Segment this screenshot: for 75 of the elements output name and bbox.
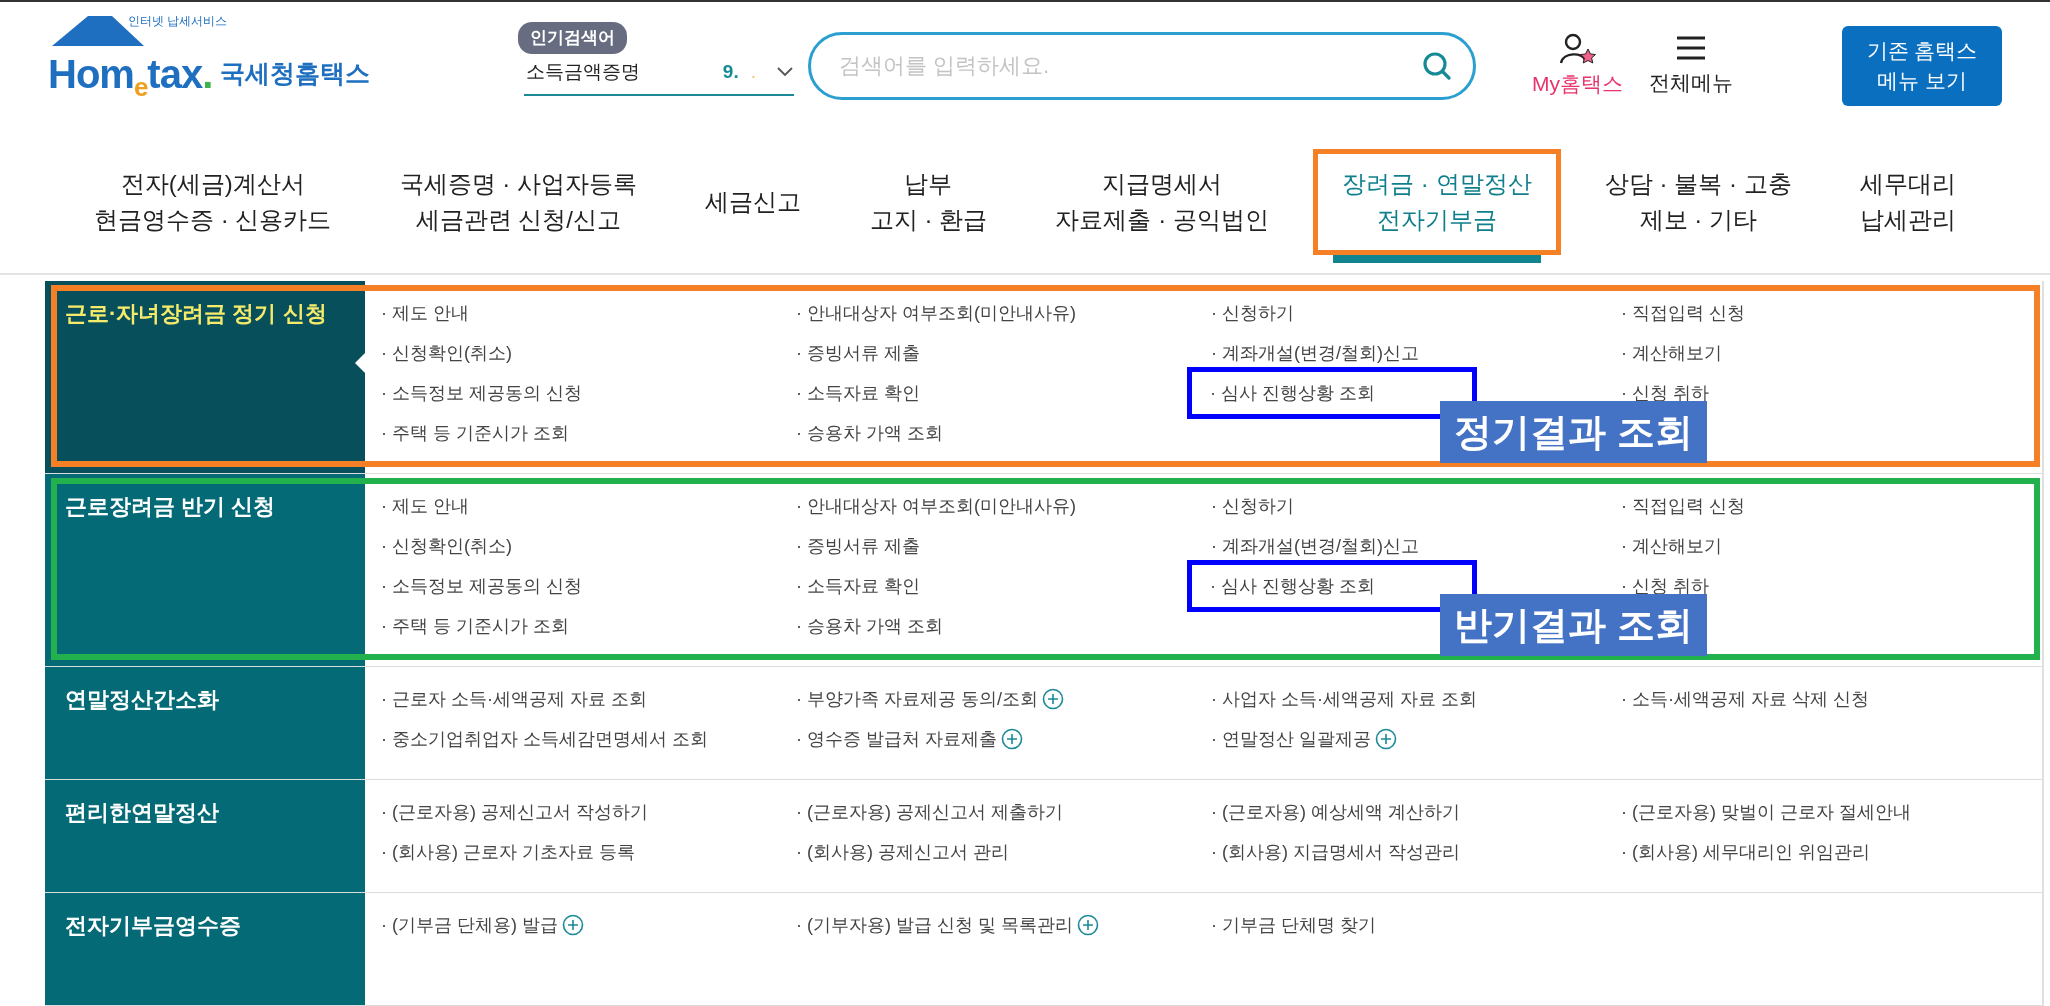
plus-icon[interactable] — [1375, 728, 1397, 750]
menu-link[interactable]: · (회사용) 공제신고서 관리 — [796, 838, 1009, 866]
chevron-down-icon — [776, 65, 794, 78]
nav-tab[interactable]: 지급명세서 자료제출 · 공익법인 — [1031, 153, 1293, 250]
menu-link[interactable]: · 영수증 발급처 자료제출 — [796, 725, 997, 753]
plus-icon[interactable] — [1077, 914, 1099, 936]
menu-link[interactable]: · 안내대상자 여부조회(미안내사유) — [796, 299, 1076, 327]
search-icon[interactable] — [1420, 49, 1454, 83]
menu-link[interactable]: · 계산해보기 — [1621, 532, 1722, 560]
nav-tab[interactable]: 장려금 · 연말정산 전자기부금 — [1313, 148, 1561, 255]
menu-link[interactable]: · (기부자용) 발급 신청 및 목록관리 — [796, 911, 1073, 939]
plus-icon[interactable] — [562, 914, 584, 936]
nav-tab[interactable]: 국세증명 · 사업자등록 세금관련 신청/신고 — [375, 153, 662, 250]
menu-link[interactable]: · 주택 등 기준시가 조회 — [381, 612, 569, 640]
menu-link[interactable]: · 소득자료 확인 — [796, 379, 920, 407]
menu-link[interactable]: · (회사용) 지급명세서 작성관리 — [1211, 838, 1460, 866]
menu-link[interactable]: · 중소기업취업자 소득세감면명세서 조회 — [381, 725, 708, 753]
category-header[interactable]: 근로장려금 반기 신청 — [45, 474, 365, 666]
menu-link[interactable]: · 승용차 가액 조회 — [796, 612, 943, 640]
menu-link[interactable]: · 신청확인(취소) — [381, 339, 512, 367]
logo-tagline: 인터넷 납세서비스 — [128, 13, 228, 30]
menu-link[interactable]: · (근로자용) 공제신고서 작성하기 — [381, 798, 648, 826]
callout-tooltip: 정기결과 조회 — [1440, 401, 1707, 463]
search-field[interactable]: 검색어를 입력하세요. — [808, 32, 1476, 100]
menu-link[interactable]: · (기부금 단체용) 발급 — [381, 911, 558, 939]
category-header[interactable]: 편리한연말정산 — [45, 780, 365, 892]
menu-link[interactable]: · 계좌개설(변경/철회)신고 — [1211, 339, 1419, 367]
all-menu-button[interactable]: 전체메뉴 — [1649, 33, 1733, 99]
menu-link[interactable]: · 연말정산 일괄제공 — [1211, 725, 1371, 753]
nav-tab[interactable]: 상담 · 불복 · 고충 제보 · 기타 — [1580, 153, 1816, 250]
menu-link[interactable]: · 안내대상자 여부조회(미안내사유) — [796, 492, 1076, 520]
popular-search-dropdown[interactable]: 소득금액증명 9. . — [524, 57, 794, 96]
site-name: 국세청홈택스 — [220, 57, 371, 89]
category-header[interactable]: 연말정산간소화 — [45, 667, 365, 779]
popular-badge: 인기검색어 — [518, 22, 627, 54]
menu-link[interactable]: · 승용차 가액 조회 — [796, 419, 943, 447]
nav-tab[interactable]: 세무대리 납세관리 — [1835, 153, 1980, 250]
menu-link[interactable]: · 소득·세액공제 자료 삭제 신청 — [1621, 685, 1869, 713]
menu-link[interactable]: · 신청하기 — [1211, 492, 1294, 520]
plus-icon[interactable] — [1001, 728, 1023, 750]
callout-tooltip: 반기결과 조회 — [1440, 594, 1707, 656]
menu-link[interactable]: · 심사 진행상황 조회 — [1210, 379, 1375, 407]
menu-link[interactable]: · (근로자용) 맞벌이 근로자 절세안내 — [1621, 798, 1911, 826]
nav-tab[interactable]: 전자(세금)계산서 현금영수증 · 신용카드 — [70, 153, 356, 250]
menu-link[interactable]: · 부양가족 자료제공 동의/조회 — [796, 685, 1038, 713]
menu-link[interactable]: · 신청확인(취소) — [381, 532, 512, 560]
menu-link[interactable]: · 기부금 단체명 찾기 — [1211, 911, 1376, 939]
menu-link[interactable]: · (회사용) 근로자 기초자료 등록 — [381, 838, 635, 866]
menu-link[interactable]: · 계산해보기 — [1621, 339, 1722, 367]
menu-link[interactable]: · 근로자 소득·세액공제 자료 조회 — [381, 685, 647, 713]
menu-link[interactable]: · 직접입력 신청 — [1621, 299, 1745, 327]
menu-link[interactable]: · 심사 진행상황 조회 — [1210, 572, 1375, 600]
category-header[interactable]: 전자기부금영수증 — [45, 893, 365, 1005]
menu-link[interactable]: · 증빙서류 제출 — [796, 339, 920, 367]
nav-tab[interactable]: 납부 고지 · 환급 — [845, 153, 1012, 250]
user-star-icon — [1557, 32, 1598, 67]
menu-link[interactable]: · 소득정보 제공동의 신청 — [381, 572, 582, 600]
nav-tab[interactable]: 세금신고 — [681, 171, 826, 232]
menu-link[interactable]: · (회사용) 세무대리인 위임관리 — [1621, 838, 1870, 866]
menu-link[interactable]: · (근로자용) 공제신고서 제출하기 — [796, 798, 1063, 826]
my-hometax-button[interactable]: My홈택스 — [1532, 32, 1623, 100]
menu-link[interactable]: · 직접입력 신청 — [1621, 492, 1745, 520]
menu-link[interactable]: · 소득자료 확인 — [796, 572, 920, 600]
menu-link[interactable]: · 신청하기 — [1211, 299, 1294, 327]
menu-link[interactable]: · 증빙서류 제출 — [796, 532, 920, 560]
menu-link[interactable]: · 사업자 소득·세액공제 자료 조회 — [1211, 685, 1477, 713]
menu-link[interactable]: · 주택 등 기준시가 조회 — [381, 419, 569, 447]
category-header[interactable]: 근로·자녀장려금 정기 신청 — [45, 281, 365, 473]
menu-link[interactable]: · 제도 안내 — [381, 492, 469, 520]
legacy-menu-button[interactable]: 기존 홈택스 메뉴 보기 — [1842, 26, 2002, 106]
menu-link[interactable]: · (근로자용) 예상세액 계산하기 — [1211, 798, 1460, 826]
menu-link[interactable]: · 소득정보 제공동의 신청 — [381, 379, 582, 407]
plus-icon[interactable] — [1042, 688, 1064, 710]
menu-link[interactable]: · 계좌개설(변경/철회)신고 — [1211, 532, 1419, 560]
menu-link[interactable]: · 제도 안내 — [381, 299, 469, 327]
